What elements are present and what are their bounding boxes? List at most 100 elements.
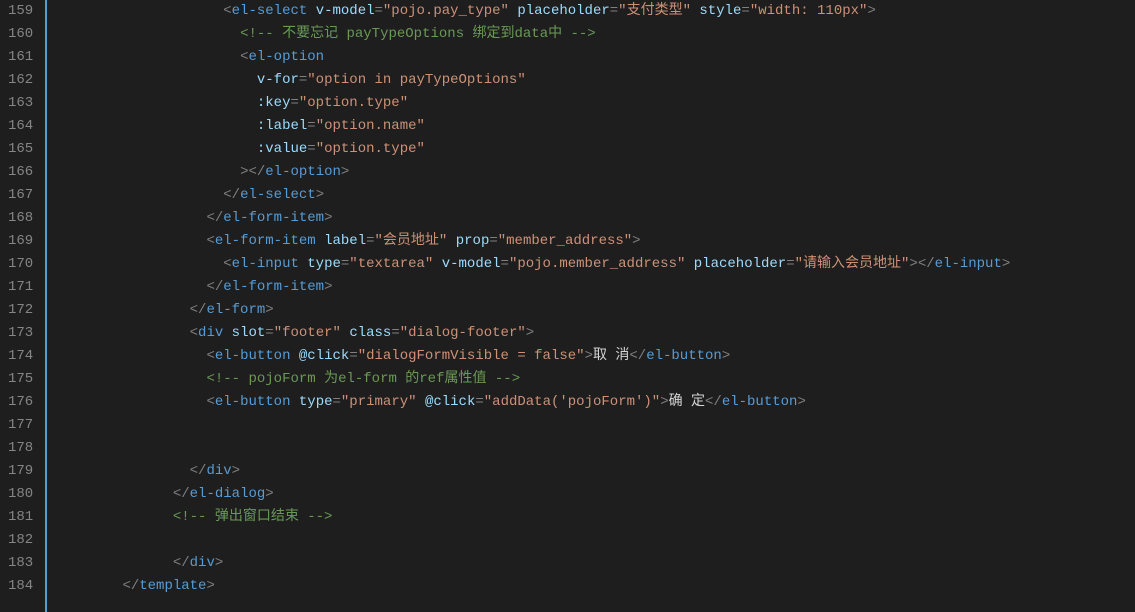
token-an: class	[349, 325, 391, 341]
code-line[interactable]: </div>	[55, 460, 1135, 483]
code-line[interactable]: <el-input type="textarea" v-model="pojo.…	[55, 253, 1135, 276]
token-an: type	[299, 394, 333, 410]
line-number: 167	[8, 184, 33, 207]
token-p: >	[1002, 256, 1010, 272]
token-av: "支付类型"	[618, 3, 691, 19]
token-p: =	[475, 394, 483, 410]
token-p: </	[122, 578, 139, 594]
line-number: 166	[8, 161, 33, 184]
code-line[interactable]: <el-option	[55, 46, 1135, 69]
token-p: <	[223, 3, 231, 19]
code-line[interactable]	[55, 414, 1135, 437]
line-number: 184	[8, 575, 33, 598]
token-av: "option.type"	[316, 141, 425, 157]
token-av: "请输入会员地址"	[795, 256, 910, 272]
code-line[interactable]: </el-form>	[55, 299, 1135, 322]
token-tx: 确 定	[669, 394, 705, 410]
token-p: ></	[909, 256, 934, 272]
code-line[interactable]: <div slot="footer" class="dialog-footer"…	[55, 322, 1135, 345]
token-an: v-model	[442, 256, 501, 272]
code-line[interactable]	[55, 437, 1135, 460]
code-line[interactable]: v-for="option in payTypeOptions"	[55, 69, 1135, 92]
token-av: "footer"	[274, 325, 341, 341]
code-line[interactable]: <!-- pojoForm 为el-form 的ref属性值 -->	[55, 368, 1135, 391]
token-tg: el-input	[232, 256, 299, 272]
token-p: =	[290, 95, 298, 111]
code-line[interactable]: <!-- 不要忘记 payTypeOptions 绑定到data中 -->	[55, 23, 1135, 46]
code-line[interactable]: </template>	[55, 575, 1135, 598]
code-line[interactable]: </el-select>	[55, 184, 1135, 207]
token-p: =	[333, 394, 341, 410]
token-av: "会员地址"	[375, 233, 448, 249]
token-p: >	[215, 555, 223, 571]
token-tg: el-select	[240, 187, 316, 203]
line-number: 159	[8, 0, 33, 23]
token-p: </	[190, 302, 207, 318]
token-p: <	[206, 394, 214, 410]
token-p: </	[206, 279, 223, 295]
token-av: "addData('pojoForm')"	[484, 394, 660, 410]
token-p: ></	[240, 164, 265, 180]
token-p: =	[349, 348, 357, 364]
token-p: </	[705, 394, 722, 410]
token-av: "textarea"	[349, 256, 433, 272]
token-tg: el-button	[646, 348, 722, 364]
token-tg: el-dialog	[190, 486, 266, 502]
token-p: =	[265, 325, 273, 341]
token-cm: <!-- pojoForm 为el-form 的ref属性值 -->	[206, 371, 520, 387]
token-tg: el-button	[215, 348, 291, 364]
token-tg: el-input	[935, 256, 1002, 272]
token-tx	[307, 3, 315, 19]
code-line[interactable]: <el-select v-model="pojo.pay_type" place…	[55, 0, 1135, 23]
token-tx	[685, 256, 693, 272]
token-p: >	[316, 187, 324, 203]
line-number: 176	[8, 391, 33, 414]
token-av: "option in payTypeOptions"	[307, 72, 525, 88]
token-p: >	[867, 3, 875, 19]
token-p: =	[501, 256, 509, 272]
token-p: </	[223, 187, 240, 203]
code-line[interactable]: <el-form-item label="会员地址" prop="member_…	[55, 230, 1135, 253]
code-line[interactable]: </el-form-item>	[55, 207, 1135, 230]
code-line[interactable]: :key="option.type"	[55, 92, 1135, 115]
token-an: prop	[456, 233, 490, 249]
token-p: =	[489, 233, 497, 249]
token-av: "dialog-footer"	[400, 325, 526, 341]
token-tg: el-select	[232, 3, 308, 19]
token-tx	[290, 394, 298, 410]
code-line[interactable]: </div>	[55, 552, 1135, 575]
token-p: <	[223, 256, 231, 272]
token-an: slot	[232, 325, 266, 341]
code-line[interactable]: :label="option.name"	[55, 115, 1135, 138]
code-line[interactable]: :value="option.type"	[55, 138, 1135, 161]
token-an: @click	[425, 394, 475, 410]
token-tg: el-button	[722, 394, 798, 410]
code-line[interactable]: <el-button type="primary" @click="addDat…	[55, 391, 1135, 414]
token-tg: div	[190, 555, 215, 571]
code-line[interactable]: </el-dialog>	[55, 483, 1135, 506]
code-line[interactable]: </el-form-item>	[55, 276, 1135, 299]
token-p: </	[190, 463, 207, 479]
token-av: "dialogFormVisible = false"	[358, 348, 585, 364]
line-number: 175	[8, 368, 33, 391]
token-cm: <!-- 不要忘记 payTypeOptions 绑定到data中 -->	[240, 26, 596, 42]
token-tg: el-form-item	[223, 279, 324, 295]
token-tg: div	[198, 325, 223, 341]
token-an: v-model	[316, 3, 375, 19]
token-an: placeholder	[694, 256, 786, 272]
line-number: 163	[8, 92, 33, 115]
code-line[interactable]	[55, 529, 1135, 552]
code-line[interactable]: <!-- 弹出窗口结束 -->	[55, 506, 1135, 529]
token-av: "width: 110px"	[750, 3, 868, 19]
token-p: >	[324, 279, 332, 295]
code-area[interactable]: <el-select v-model="pojo.pay_type" place…	[47, 0, 1135, 612]
token-p: =	[741, 3, 749, 19]
line-number: 161	[8, 46, 33, 69]
token-tg: el-option	[265, 164, 341, 180]
code-line[interactable]: <el-button @click="dialogFormVisible = f…	[55, 345, 1135, 368]
code-editor[interactable]: 1591601611621631641651661671681691701711…	[0, 0, 1135, 612]
token-p: </	[173, 555, 190, 571]
code-line[interactable]: ></el-option>	[55, 161, 1135, 184]
line-number: 174	[8, 345, 33, 368]
token-tg: el-form	[206, 302, 265, 318]
